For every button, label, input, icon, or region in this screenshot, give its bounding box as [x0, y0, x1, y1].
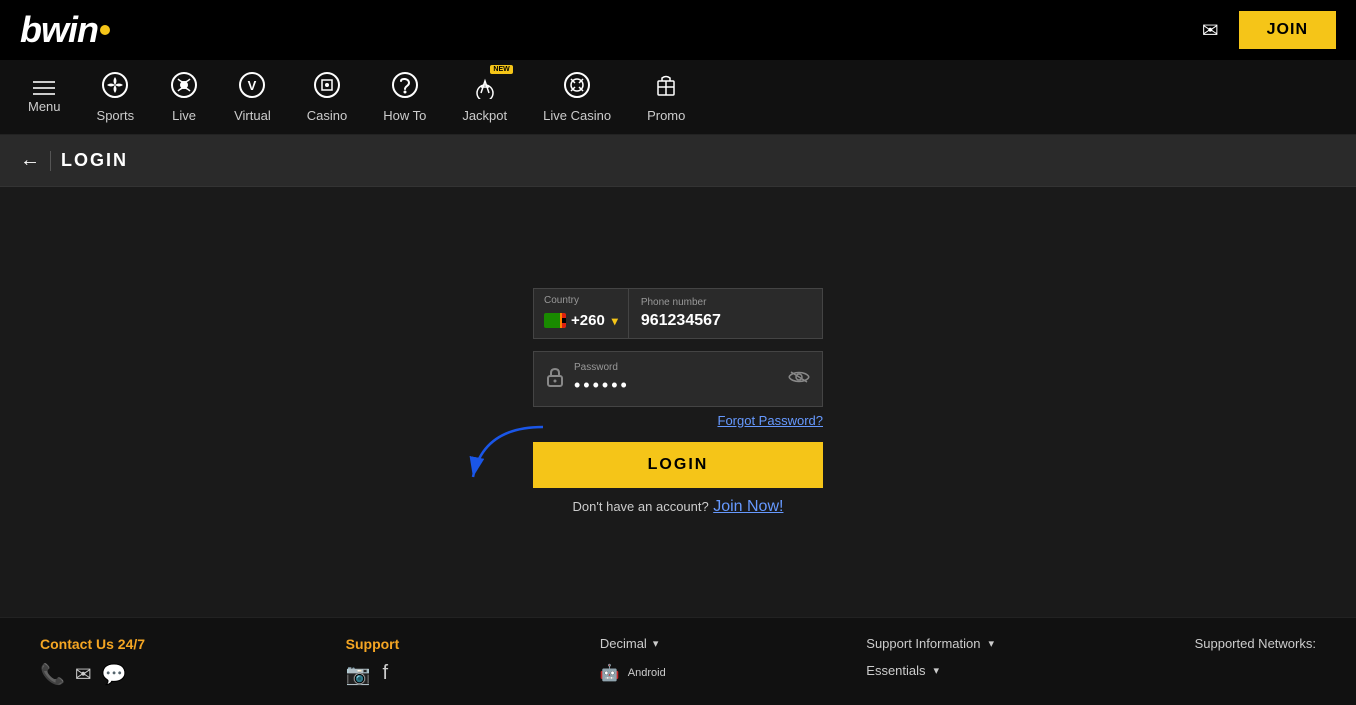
nav-label-jackpot: Jackpot — [462, 108, 507, 123]
nav-item-menu[interactable]: Menu — [10, 60, 79, 134]
decimal-dropdown[interactable]: Decimal ▾ — [600, 636, 666, 651]
android-icon[interactable]: 🤖 — [600, 663, 620, 683]
email-icon[interactable]: ✉ — [1202, 18, 1219, 43]
lock-icon — [546, 367, 564, 392]
chevron-down-icon: ▾ — [653, 637, 659, 650]
chevron-down-icon-support: ▾ — [988, 637, 994, 650]
jackpot-icon: NEW — [471, 71, 499, 104]
chevron-down-icon: ▾ — [612, 314, 618, 328]
decimal-label: Decimal — [600, 636, 647, 651]
nav-item-live-casino[interactable]: Live Casino — [525, 60, 629, 134]
email-footer-icon[interactable]: ✉ — [75, 662, 92, 687]
country-select[interactable]: Country +260 ▾ — [533, 288, 629, 339]
footer-decimal: Decimal ▾ 🤖 Android — [600, 636, 666, 683]
essentials-label: Essentials — [866, 663, 925, 678]
login-form: Country +260 ▾ Phone number 961234567 — [533, 288, 823, 516]
chat-footer-icon[interactable]: 💬 — [102, 662, 127, 687]
logo-text: bwin — [20, 9, 98, 51]
live-icon — [170, 71, 198, 104]
live-casino-icon — [563, 71, 591, 104]
page-title: LOGIN — [61, 150, 128, 171]
facebook-icon[interactable]: f — [383, 662, 389, 687]
nav-label-live: Live — [172, 108, 196, 123]
password-row: Password •••••• — [533, 351, 823, 407]
country-value: +260 ▾ — [544, 312, 618, 329]
register-section: Don't have an account? Join Now! — [573, 498, 784, 516]
logo: bwin — [20, 9, 110, 51]
phone-footer-icon[interactable]: 📞 — [40, 662, 65, 687]
menu-icon — [33, 81, 55, 95]
forgot-password-link[interactable]: Forgot Password? — [718, 413, 824, 428]
back-arrow-icon[interactable]: ← — [20, 149, 40, 172]
phone-field[interactable]: Phone number 961234567 — [629, 288, 823, 339]
promo-icon — [652, 71, 680, 104]
password-dots: •••••• — [574, 375, 778, 396]
main-nav: Menu Sports Live V Virtual Casino How To… — [0, 60, 1356, 135]
footer-networks: Supported Networks: — [1195, 636, 1316, 651]
nav-label-virtual: Virtual — [234, 108, 271, 123]
contact-label[interactable]: Contact Us 24/7 — [40, 636, 145, 652]
footer-support: Support 📷 f — [346, 636, 400, 687]
networks-label: Supported Networks: — [1195, 636, 1316, 651]
support-label: Support — [346, 636, 400, 652]
nav-label-how-to: How To — [383, 108, 426, 123]
nav-label-live-casino: Live Casino — [543, 108, 611, 123]
phone-input: 961234567 — [641, 312, 810, 330]
footer: Contact Us 24/7 📞 ✉ 💬 Support 📷 f Decima… — [0, 617, 1356, 705]
country-label: Country — [544, 295, 579, 306]
essentials-row[interactable]: Essentials ▾ — [866, 663, 994, 678]
nav-item-sports[interactable]: Sports — [79, 60, 153, 134]
how-to-icon — [391, 71, 419, 104]
footer-support-info: Support Information ▾ Essentials ▾ — [866, 636, 994, 678]
sports-icon — [101, 71, 129, 104]
support-info-label: Support Information — [866, 636, 980, 651]
no-account-text: Don't have an account? — [573, 499, 709, 514]
nav-item-jackpot[interactable]: NEW Jackpot — [444, 60, 525, 134]
nav-item-virtual[interactable]: V Virtual — [216, 60, 289, 134]
instagram-icon[interactable]: 📷 — [346, 662, 371, 687]
new-badge: NEW — [490, 65, 512, 74]
header: bwin ✉ JOIN — [0, 0, 1356, 60]
join-now-link[interactable]: Join Now! — [713, 498, 783, 515]
android-label: Android — [628, 667, 666, 679]
zambia-flag — [544, 313, 566, 328]
nav-label-sports: Sports — [97, 108, 135, 123]
nav-item-casino[interactable]: Casino — [289, 60, 365, 134]
nav-label-menu: Menu — [28, 99, 61, 114]
svg-text:V: V — [248, 78, 257, 93]
login-button[interactable]: LOGIN — [533, 442, 823, 488]
password-inner: Password •••••• — [574, 362, 778, 396]
phone-label: Phone number — [641, 297, 810, 308]
footer-contact: Contact Us 24/7 📞 ✉ 💬 — [40, 636, 145, 687]
eye-slash-icon[interactable] — [788, 369, 810, 390]
support-info-row[interactable]: Support Information ▾ — [866, 636, 994, 651]
country-code: +260 — [571, 312, 605, 329]
password-label: Password — [574, 362, 778, 373]
nav-label-casino: Casino — [307, 108, 347, 123]
password-field[interactable]: Password •••••• — [533, 351, 823, 407]
header-right: ✉ JOIN — [1202, 11, 1336, 49]
nav-item-promo[interactable]: Promo — [629, 60, 703, 134]
virtual-icon: V — [238, 71, 266, 104]
chevron-down-icon-essentials: ▾ — [934, 664, 940, 677]
breadcrumb-divider — [50, 151, 51, 171]
casino-icon — [313, 71, 341, 104]
main-content: Country +260 ▾ Phone number 961234567 — [0, 187, 1356, 617]
phone-row: Country +260 ▾ Phone number 961234567 — [533, 288, 823, 339]
nav-label-promo: Promo — [647, 108, 685, 123]
breadcrumb: ← LOGIN — [0, 135, 1356, 187]
nav-item-how-to[interactable]: How To — [365, 60, 444, 134]
join-button[interactable]: JOIN — [1239, 11, 1336, 49]
logo-dot — [100, 25, 110, 35]
nav-item-live[interactable]: Live — [152, 60, 216, 134]
